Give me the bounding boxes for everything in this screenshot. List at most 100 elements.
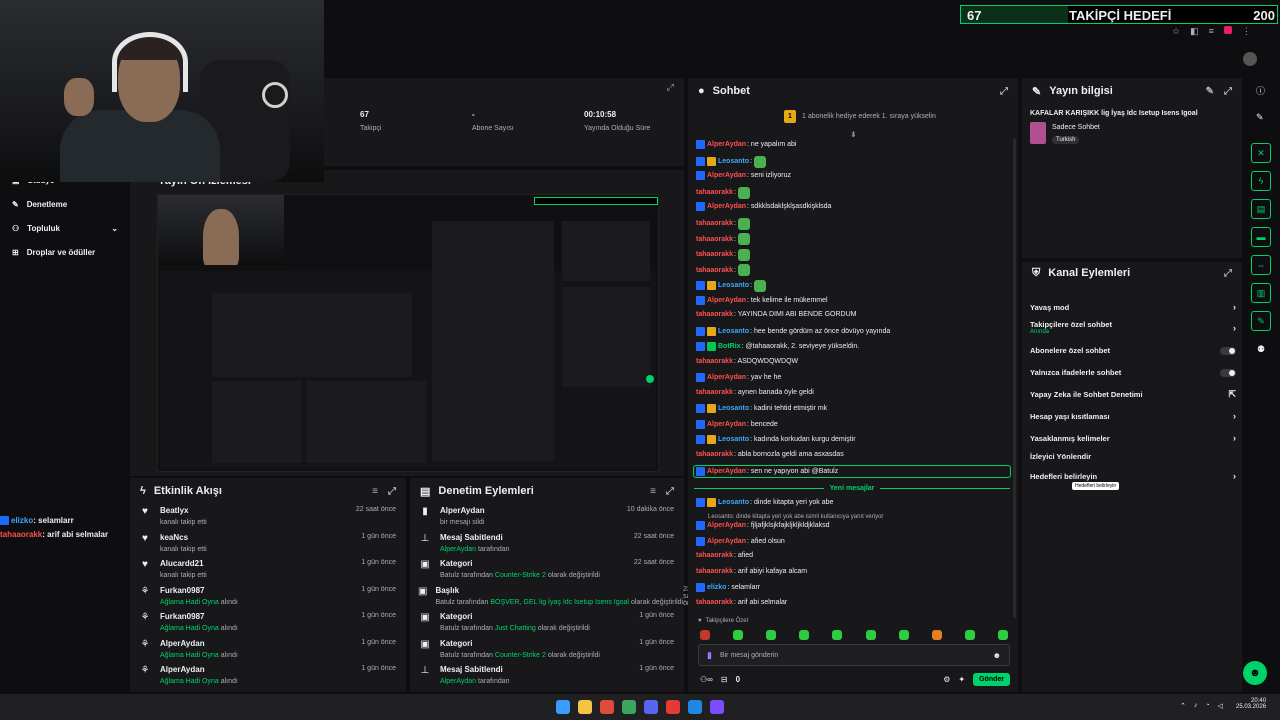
chat-message[interactable]: AlperAydan: yav he he [696,373,781,383]
chat-message[interactable]: tahaaorakk: [696,248,750,261]
channel-action-item[interactable]: İzleyici Yönlendir [1030,452,1236,461]
expand-icon[interactable]: ⤢ [1000,86,1008,97]
sidebar-item-drops[interactable]: ⊞ Droplar ve ödüller [12,248,95,257]
avatar[interactable] [1243,52,1257,66]
chat-username[interactable]: tahaaorakk [696,599,733,606]
chat-username[interactable]: tahaaorakk [696,389,733,396]
expand-icon[interactable]: ⤢ [1224,268,1232,279]
chat-message[interactable]: AlperAydan: sdkklsdaklşklşasdkişklsda [696,202,831,212]
chat-rail-icon[interactable]: ▬ [1251,227,1271,247]
wrench-rail-icon[interactable]: ✎ [1251,311,1271,331]
moderation-row[interactable]: ⊥ Mesaj Sabitlendi AlperAydan tarafından 1 … [410,663,684,690]
channel-action-item[interactable]: Hesap yaşı kısıtlaması › [1030,411,1236,421]
expand-icon[interactable]: ⤢ [667,82,674,93]
chat-username[interactable]: tahaaorakk [696,267,733,274]
emote-icon[interactable] [733,630,744,640]
toggle-switch[interactable] [1220,346,1236,355]
filter-icon[interactable]: ≡ [372,486,378,497]
activity-user[interactable]: keaNcs [160,533,361,543]
more-icon[interactable]: ⋮ [1242,26,1251,38]
chat-username[interactable]: AlperAydan [707,141,746,148]
edge-icon[interactable] [688,700,702,714]
profile-icon[interactable] [1223,26,1232,34]
chat-username[interactable]: tahaaorakk [696,220,733,227]
activity-user[interactable]: Alucardd21 [160,559,361,569]
chat-username[interactable]: tahaaorakk [696,358,733,365]
extension-icon[interactable]: ◧ [1190,26,1199,38]
microphone-icon[interactable]: ▮ [707,650,712,661]
chat-username[interactable]: tahaaorakk [696,251,733,258]
chat-message[interactable]: tahaaorakk: [696,217,750,230]
chat-message[interactable]: Leosanto: dinde kitapta yeri yok abe [696,498,833,507]
chat-message[interactable]: tahaaorakk: [696,264,750,277]
document-icon[interactable]: ▤ [1251,199,1271,219]
chat-message[interactable]: AlperAydan: ne yapalım abi [696,140,796,149]
stats-icon[interactable]: ▥ [1251,283,1271,303]
moderation-row[interactable]: ▣ Kategori Batulz tarafından Just Chatting… [410,610,684,637]
edit-rail-icon[interactable]: ✎ [1256,112,1264,123]
chat-username[interactable]: tahaaorakk [696,451,733,458]
lightning-icon[interactable]: ϟ [1251,171,1271,191]
star-icon[interactable]: ☆ [1172,26,1180,38]
preview-video[interactable] [157,194,659,472]
channel-action-item[interactable]: Hedefleri belirleyin › [1030,471,1236,481]
chat-message[interactable]: tahaaorakk: arif abi selmalar [696,599,787,606]
sidebar-item-community[interactable]: ⚇ Topluluk ⌄ [12,224,118,233]
chat-username[interactable]: Leosanto [718,282,749,289]
chat-message[interactable]: tahaaorakk: [696,186,750,199]
chat-username[interactable]: Leosanto [718,328,749,335]
link-icon[interactable]: ⇔ [1251,255,1271,275]
moderation-row[interactable]: ▮ AlperAydan bir mesajı sildi 10 dakika önc… [410,504,684,531]
chevron-right-icon[interactable]: › [1233,323,1236,333]
sidebar-item-moderation[interactable]: ✎ Denetleme [12,200,67,209]
toggle-switch[interactable] [1220,368,1236,377]
wifi-icon[interactable]: ◔ [1205,702,1209,710]
emote-icon[interactable] [964,630,975,640]
taskbar-clock[interactable]: 20:40 25.03.2026 [1236,698,1266,710]
chat-message[interactable]: Leosanto: kadini tehtid etmiştir mk [696,404,827,414]
emote-icon[interactable] [931,630,942,640]
chat-input[interactable]: ▮ Bir mesaj gönderin ☻ [698,644,1010,666]
chat-message[interactable]: AlperAydan: tek kelime ile mükemmel [696,295,828,305]
emote-icon[interactable] [700,630,710,640]
expand-icon[interactable]: ⤢ [1224,86,1232,97]
emote-icon[interactable] [997,630,1008,640]
external-link-icon[interactable]: ⇱ [1228,389,1236,400]
chat-username[interactable]: BotRix [718,343,741,350]
chat-message[interactable]: tahaaorakk: arif abiyi kafaya alcam [696,568,807,575]
chat-username[interactable]: Leosanto [718,405,749,412]
chat-username[interactable]: AlperAydan [707,538,746,545]
new-messages-divider[interactable]: Yeni mesajlar [694,484,1011,492]
discord-icon[interactable] [644,700,658,714]
send-button[interactable]: Gönder [973,672,1010,686]
activity-row[interactable]: ⚘ AlperAydan Ağlama Hadi Oyna alındı 1 gün … [130,637,406,664]
channel-action-item[interactable]: Yasaklanmış kelimeler › [1030,433,1236,443]
chat-username[interactable]: tahaaorakk [696,568,733,575]
chat-message[interactable]: tahaaorakk: [696,233,750,246]
chat-message[interactable]: tahaaorakk: aynen banada öyle geldi [696,389,814,396]
chat-message[interactable]: AlperAydan: bencede [696,419,778,429]
activity-row[interactable]: ♥ Alucardd21 kanalı takip etti 1 gün önce [130,557,406,584]
expand-icon[interactable]: ⤢ [666,486,674,497]
emote-icon[interactable] [766,630,777,640]
chat-username[interactable]: AlperAydan [707,522,746,529]
chat-message[interactable]: Leosanto: [696,155,767,168]
chat-message[interactable]: Leosanto: kadında korkudan kurgu demişti… [696,435,856,445]
chat-message[interactable]: Leosanto: [696,279,767,292]
chat-username[interactable]: tahaaorakk [696,236,733,243]
folder-icon[interactable] [578,700,592,714]
gift-banner[interactable]: 1 1 abonelik hediye ederek 1. sıraya yük… [784,110,936,123]
emote-icon[interactable] [865,630,876,640]
chat-username[interactable]: AlperAydan [707,172,746,179]
chrome-icon[interactable] [600,700,614,714]
chat-username[interactable]: Leosanto [718,499,749,506]
chevron-right-icon[interactable]: › [1233,302,1236,312]
chat-username[interactable]: Leosanto [718,158,749,165]
activity-row[interactable]: ♥ keaNcs kanalı takip etti 1 gün önce [130,531,406,558]
channel-action-item[interactable]: Abonelere özel sohbet [1030,346,1236,355]
chevron-right-icon[interactable]: › [1233,471,1236,481]
channel-action-item[interactable]: Yavaş mod › [1030,302,1236,312]
activity-row[interactable]: ♥ Beatlyx kanalı takip etti 22 saat önce [130,504,406,531]
chevron-up-icon[interactable]: ⌃ [1180,702,1186,710]
chat-username[interactable]: AlperAydan [707,203,746,210]
